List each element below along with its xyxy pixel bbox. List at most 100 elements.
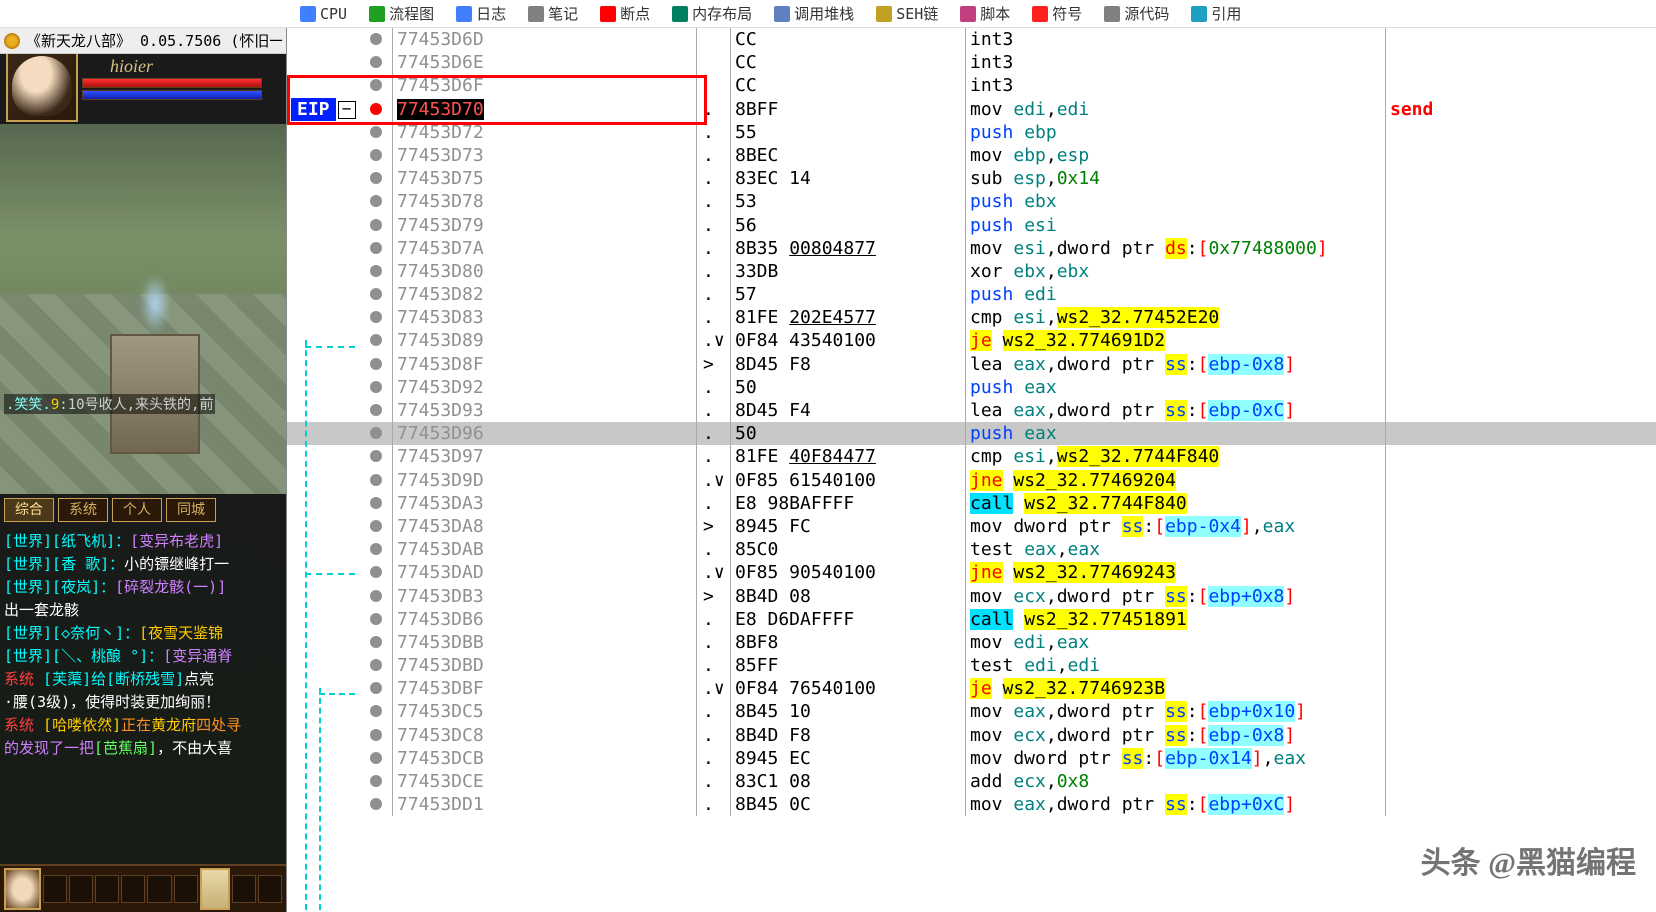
disasm-row[interactable]: 77453D78.53push ebx [287,190,1656,213]
disasm-row[interactable]: 77453DA8>8945 FCmov dword ptr ss:[ebp-0x… [287,515,1656,538]
disasm-row[interactable]: EIP−77453D70 .8BFFmov edi,edisend [287,98,1656,121]
toolbar-script[interactable]: 脚本 [960,3,1010,24]
disasm-row[interactable]: 77453D6DCCint3 [287,28,1656,51]
chat-tab[interactable]: 同城 [166,498,216,522]
disasm-row[interactable]: 77453D89.∨0F84 43540100je ws2_32.774691D… [287,329,1656,352]
breakpoint-col[interactable] [359,306,392,329]
disasm-row[interactable]: 77453D83.81FE 202E4577cmp esi,ws2_32.774… [287,306,1656,329]
disasm-row[interactable]: 77453D96.50push eax [287,422,1656,445]
disasm-row[interactable]: 77453D7A.8B35 00804877mov esi,dword ptr … [287,237,1656,260]
disasm-row[interactable]: 77453D80.33DBxor ebx,ebx [287,260,1656,283]
breakpoint-col[interactable] [359,329,392,352]
breakpoint-col[interactable] [359,283,392,306]
toolbar-bp[interactable]: 断点 [600,3,650,24]
collapse-icon[interactable]: − [338,101,356,119]
disasm-row[interactable]: 77453DA3.E8 98BAFFFFcall ws2_32.7744F840 [287,492,1656,515]
disasm-row[interactable]: 77453DC8.8B4D F8mov ecx,dword ptr ss:[eb… [287,724,1656,747]
toolbar-ref[interactable]: 引用 [1191,3,1241,24]
breakpoint-col[interactable] [359,770,392,793]
breakpoint-col[interactable] [359,167,392,190]
breakpoint-col[interactable] [359,561,392,584]
disasm-row[interactable]: 77453D92.50push eax [287,376,1656,399]
toolbar-log[interactable]: 日志 [456,3,506,24]
disasm-row[interactable]: 77453DD1.8B45 0Cmov eax,dword ptr ss:[eb… [287,793,1656,816]
breakpoint-col[interactable] [359,51,392,74]
chat-tab[interactable]: 综合 [4,498,54,522]
action-slot[interactable] [232,875,256,903]
action-slot[interactable] [258,875,282,903]
breakpoint-col[interactable] [359,793,392,816]
breakpoint-col[interactable] [359,74,392,97]
breakpoint-col[interactable] [359,445,392,468]
action-slot[interactable] [69,875,93,903]
disasm-row[interactable]: 77453DBD.85FFtest edi,edi [287,654,1656,677]
disasm-row[interactable]: 77453DBF.∨0F84 76540100je ws2_32.7746923… [287,677,1656,700]
toolbar-notes[interactable]: 笔记 [528,3,578,24]
chat-tab[interactable]: 系统 [58,498,108,522]
breakpoint-col[interactable] [359,747,392,770]
action-slot[interactable] [43,875,67,903]
disasm-row[interactable]: 77453D6ECCint3 [287,51,1656,74]
breakpoint-col[interactable] [359,353,392,376]
disasm-row[interactable]: 77453D6FCCint3 [287,74,1656,97]
disasm-row[interactable]: 77453DAB.85C0test eax,eax [287,538,1656,561]
breakpoint-col[interactable] [359,515,392,538]
action-portrait[interactable] [4,868,41,910]
breakpoint-col[interactable] [359,724,392,747]
breakpoint-col[interactable] [359,422,392,445]
breakpoint-col[interactable] [359,121,392,144]
chat-tab[interactable]: 个人 [112,498,162,522]
toolbar-source[interactable]: 源代码 [1104,3,1169,24]
breakpoint-col[interactable] [359,237,392,260]
breakpoint-col[interactable] [359,260,392,283]
breakpoint-col[interactable] [359,214,392,237]
action-slot[interactable] [95,875,119,903]
game-scene[interactable]: .笑笑.9:10号收人,来头铁的,前 [0,124,286,494]
disasm-row[interactable]: 77453D73.8BECmov ebp,esp [287,144,1656,167]
breakpoint-col[interactable] [359,469,392,492]
disasm-row[interactable]: 77453DAD.∨0F85 90540100jne ws2_32.774692… [287,561,1656,584]
disasm-row[interactable]: 77453D97.81FE 40F84477cmp esi,ws2_32.774… [287,445,1656,468]
toolbar-cpu[interactable]: CPU [300,5,347,23]
disasm-row[interactable]: 77453DBB.8BF8mov edi,eax [287,631,1656,654]
disasm-row[interactable]: 77453D82.57push edi [287,283,1656,306]
disasm-row[interactable]: 77453DCB.8945 ECmov dword ptr ss:[ebp-0x… [287,747,1656,770]
action-slot[interactable] [174,875,198,903]
toolbar-label: 内存布局 [692,3,752,24]
disasm-row[interactable]: 77453D93.8D45 F4lea eax,dword ptr ss:[eb… [287,399,1656,422]
breakpoint-col[interactable] [359,399,392,422]
breakpoint-col[interactable] [359,538,392,561]
breakpoint-col[interactable] [359,700,392,723]
disassembly-panel[interactable]: 77453D6DCCint377453D6ECCint377453D6FCCin… [287,28,1656,912]
toolbar-symbols[interactable]: 符号 [1032,3,1082,24]
disasm-row[interactable]: 77453DCE.83C1 08add ecx,0x8 [287,770,1656,793]
disasm-row[interactable]: 77453DC5.8B45 10mov eax,dword ptr ss:[eb… [287,700,1656,723]
character-portrait[interactable] [6,50,78,122]
disasm-row[interactable]: 77453D9D.∨0F85 61540100jne ws2_32.774692… [287,469,1656,492]
chat-log[interactable]: [世界][纸飞机]：[变异布老虎][世界][香 歌]：小的镖继峰打一[世界][夜… [0,528,286,864]
toolbar-flow[interactable]: 流程图 [369,3,434,24]
action-slot[interactable] [147,875,171,903]
disasm-row[interactable]: 77453DB3>8B4D 08mov ecx,dword ptr ss:[eb… [287,585,1656,608]
breakpoint-col[interactable] [359,631,392,654]
disasm-row[interactable]: 77453D75.83EC 14sub esp,0x14 [287,167,1656,190]
breakpoint-col[interactable] [359,608,392,631]
disasm-row[interactable]: 77453D8F>8D45 F8lea eax,dword ptr ss:[eb… [287,353,1656,376]
breakpoint-col[interactable] [359,144,392,167]
disasm-row[interactable]: 77453DB6.E8 D6DAFFFFcall ws2_32.77451891 [287,608,1656,631]
toolbar-stack[interactable]: 调用堆栈 [774,3,854,24]
disasm-row[interactable]: 77453D72.55push ebp [287,121,1656,144]
breakpoint-col[interactable] [359,585,392,608]
breakpoint-col[interactable] [359,28,392,51]
action-slot[interactable] [121,875,145,903]
toolbar-seh[interactable]: SEH链 [876,3,938,24]
breakpoint-col[interactable] [359,190,392,213]
disasm-row[interactable]: 77453D79.56push esi [287,214,1656,237]
breakpoint-col[interactable] [359,98,392,121]
breakpoint-col[interactable] [359,677,392,700]
toolbar-mem[interactable]: 内存布局 [672,3,752,24]
breakpoint-col[interactable] [359,376,392,399]
breakpoint-col[interactable] [359,654,392,677]
action-scroll[interactable] [200,868,230,910]
breakpoint-col[interactable] [359,492,392,515]
